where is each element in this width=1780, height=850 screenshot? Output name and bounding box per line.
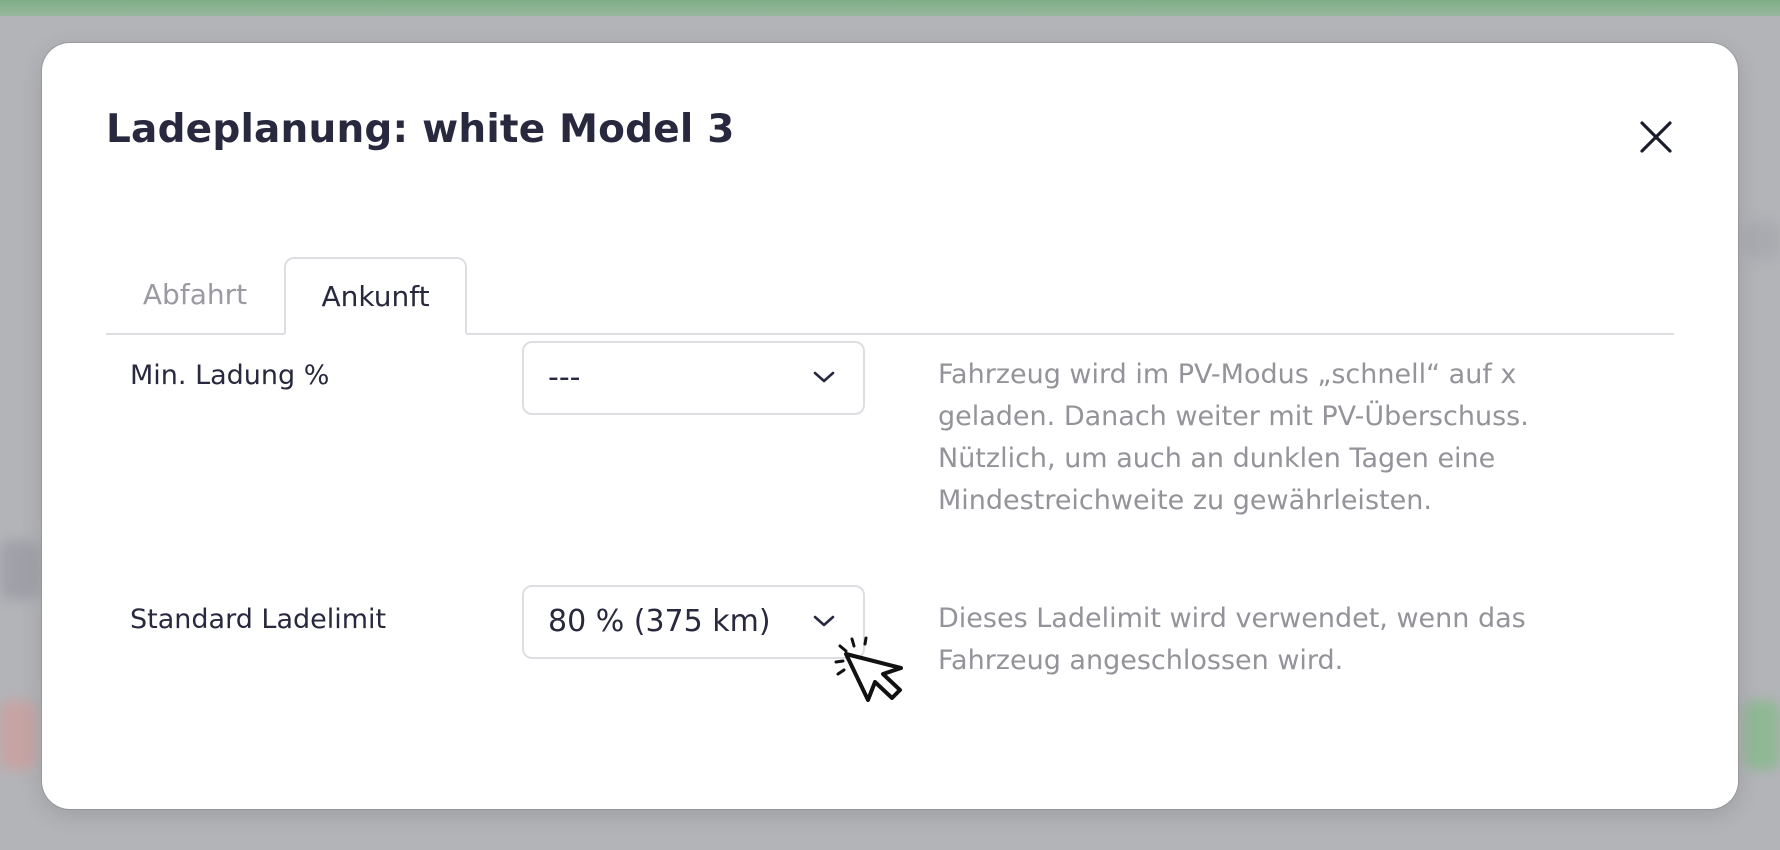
min-charge-select[interactable]: ---: [522, 341, 865, 415]
min-charge-help-text: Fahrzeug wird im PV-Modus „schnell“ auf …: [938, 359, 1529, 516]
chevron-down-icon: [813, 615, 835, 627]
default-charge-limit-help-text: Dieses Ladelimit wird verwendet, wenn da…: [938, 603, 1526, 676]
close-button[interactable]: [1633, 114, 1679, 160]
chevron-down-icon: [813, 371, 835, 383]
default-charge-limit-selected-value: 80 % (375 km): [548, 604, 771, 639]
background-shape: [0, 700, 36, 770]
background-shape: [1744, 700, 1780, 770]
background-top-accent: [0, 0, 1780, 16]
background-shape: [1744, 220, 1780, 260]
tab-abfahrt[interactable]: Abfahrt: [106, 257, 284, 333]
modal-title: Ladeplanung: white Model 3: [106, 107, 735, 152]
default-charge-limit-label: Standard Ladelimit: [130, 604, 387, 635]
min-charge-label: Min. Ladung %: [130, 360, 330, 391]
min-charge-selected-value: ---: [548, 360, 581, 395]
tab-ankunft[interactable]: Ankunft: [284, 257, 467, 335]
close-icon: [1640, 121, 1672, 153]
tab-bar: Abfahrt Ankunft: [106, 215, 1674, 335]
background-shape: [0, 540, 40, 600]
charging-plan-modal: Ladeplanung: white Model 3 Abfahrt Ankun…: [42, 43, 1738, 809]
default-charge-limit-select[interactable]: 80 % (375 km): [522, 585, 865, 659]
